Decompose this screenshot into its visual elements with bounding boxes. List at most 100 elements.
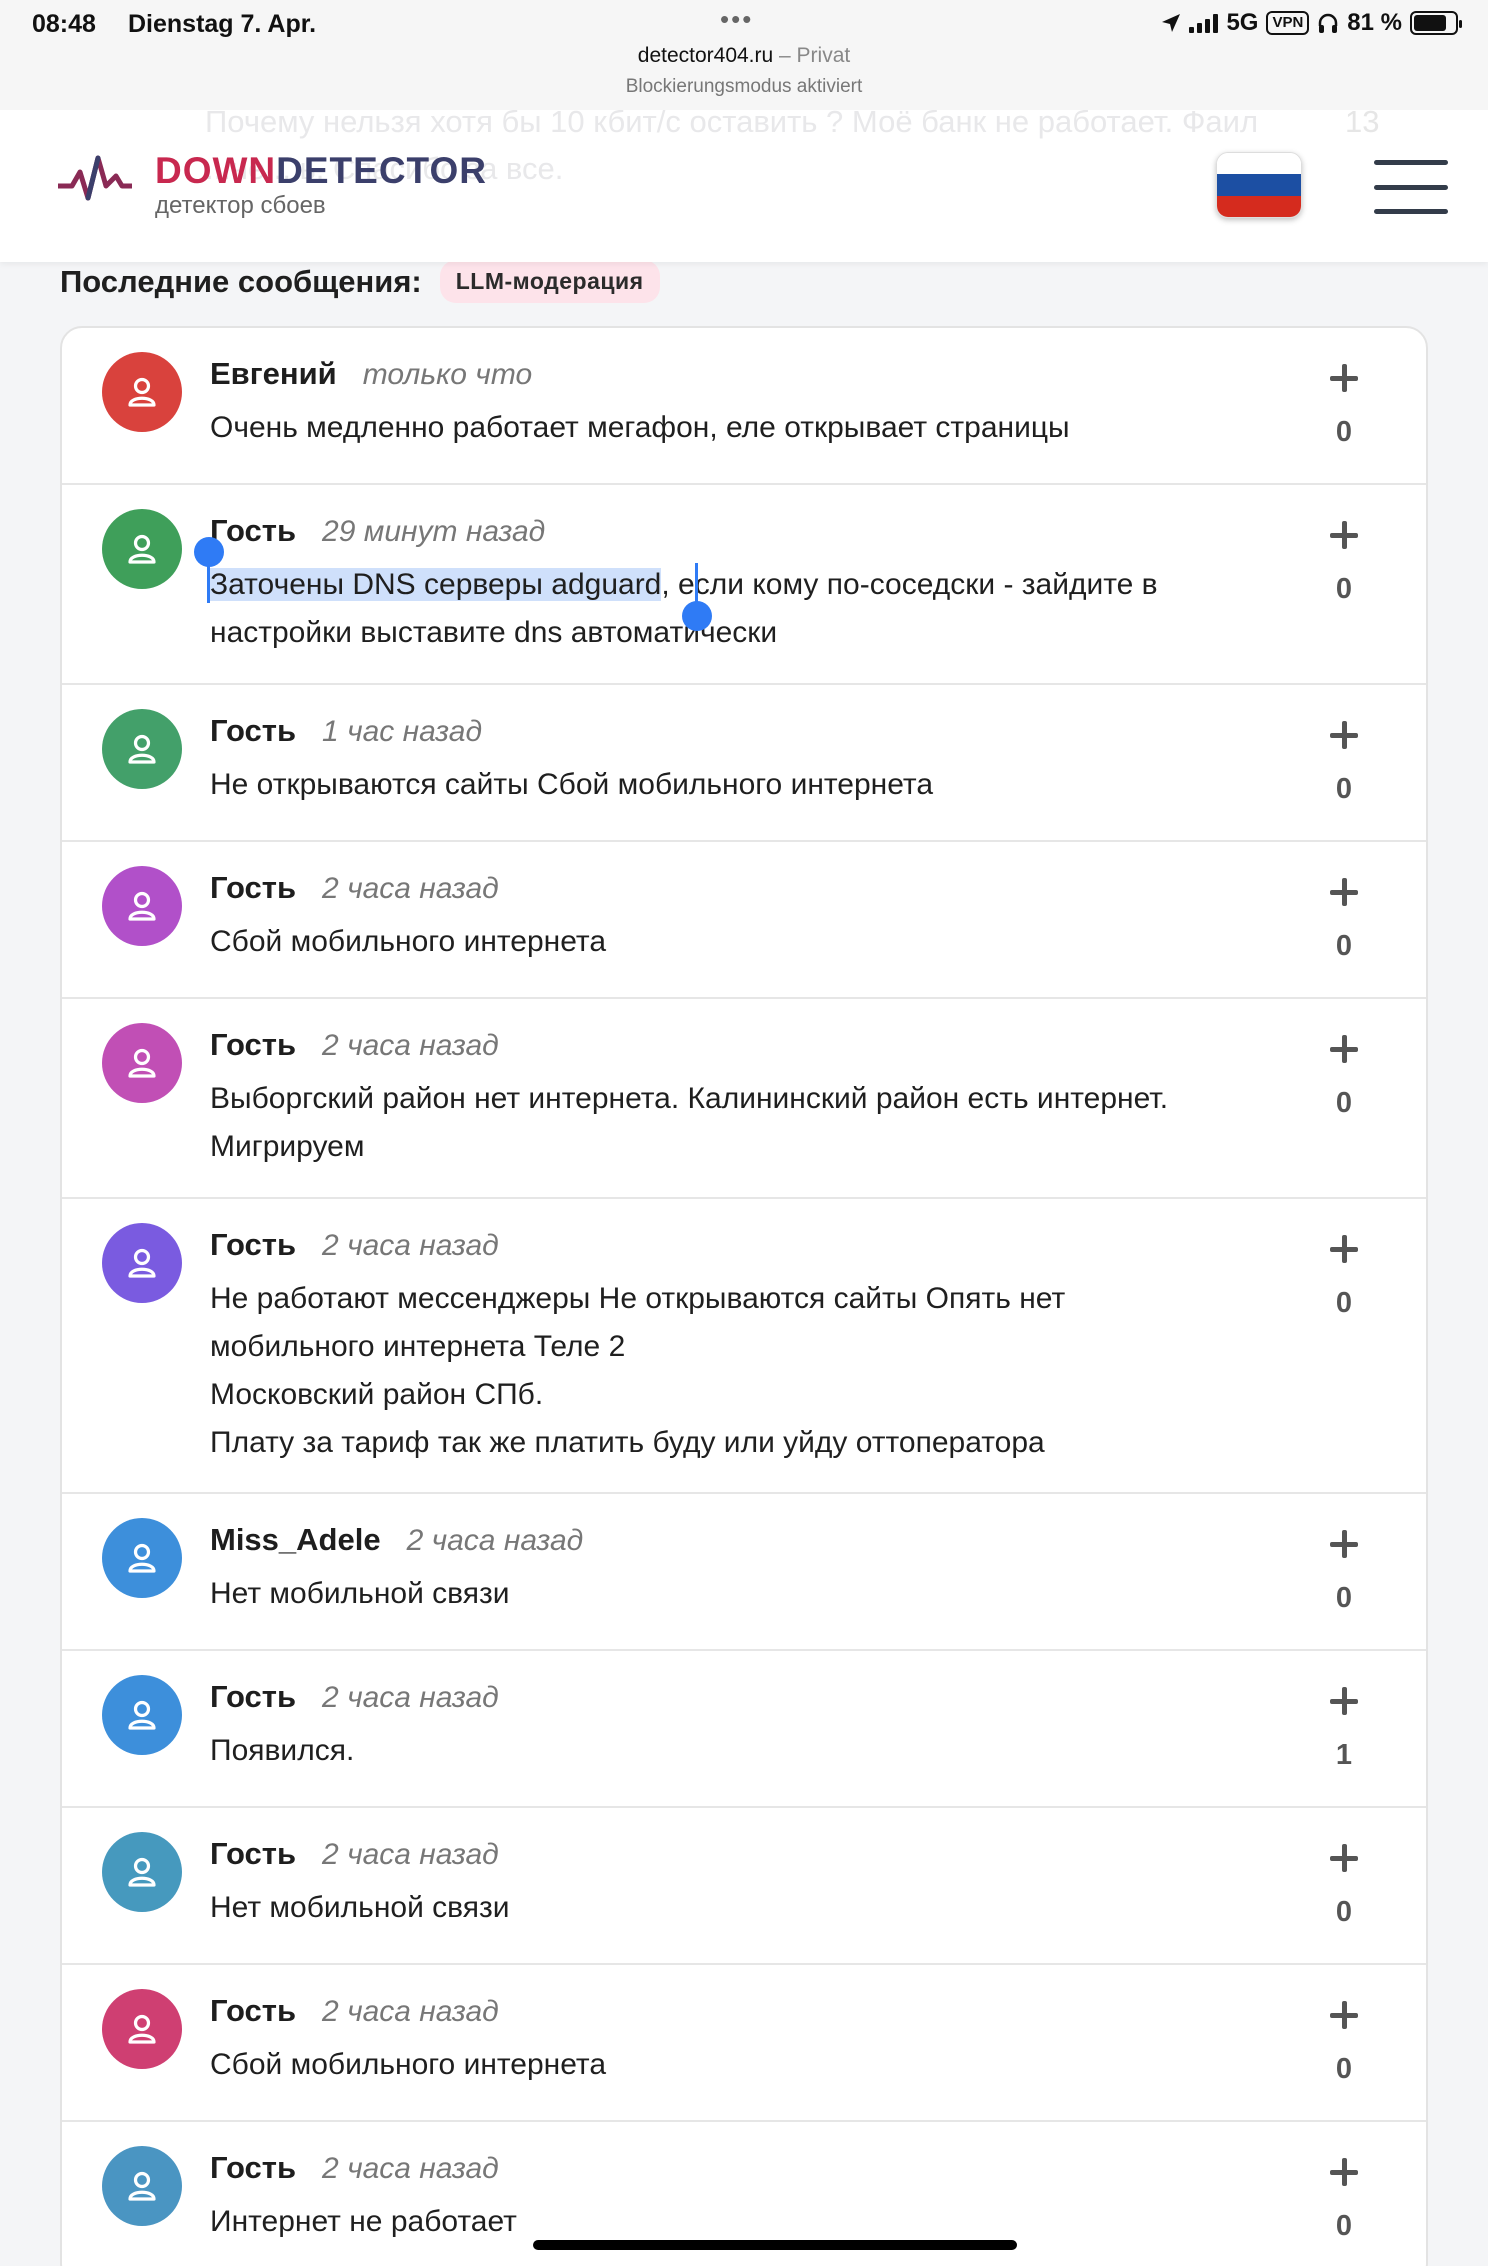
- ghost-count: 13: [1345, 110, 1380, 139]
- vote-count: 0: [1335, 1582, 1353, 1614]
- vote-count: 0: [1335, 416, 1353, 448]
- message-time: 2 часа назад: [322, 1681, 499, 1714]
- upvote-plus-icon[interactable]: [1330, 878, 1360, 908]
- network-label: 5G: [1226, 9, 1259, 36]
- author-name: Гость: [210, 1993, 297, 2028]
- message-time: 2 часа назад: [322, 1838, 499, 1871]
- message-meta: Гость 2 часа назад: [210, 1836, 499, 1872]
- author-name: Гость: [210, 513, 297, 548]
- upvote-plus-icon[interactable]: [1330, 1235, 1360, 1265]
- battery-icon: [1410, 11, 1462, 35]
- vote-count: 1: [1335, 1739, 1353, 1771]
- author-name: Гость: [210, 2150, 297, 2185]
- message-meta: Гость 2 часа назад: [210, 1027, 499, 1063]
- message-meta: Гость 2 часа назад: [210, 870, 499, 906]
- message-meta: Гость 2 часа назад: [210, 1227, 499, 1263]
- message-meta: Гость 2 часа назад: [210, 1993, 499, 2029]
- section-title: Последние сообщения:: [60, 263, 422, 299]
- selection-start-handle[interactable]: [194, 537, 224, 567]
- location-arrow-icon: [1162, 14, 1181, 32]
- message-text: Нет мобильной связи: [210, 1891, 510, 1924]
- user-avatar-icon: [102, 1675, 182, 1755]
- vote-count: 0: [1335, 930, 1353, 962]
- message-list: Евгений только что Очень медленно работает…: [60, 326, 1428, 2266]
- author-name: Гость: [210, 713, 297, 748]
- message-row: Евгений только что Очень медленно работает…: [62, 328, 1426, 485]
- russia-flag-icon[interactable]: [1216, 152, 1302, 218]
- selection-end-caret: [695, 563, 698, 603]
- status-time: 08:48: [32, 10, 96, 38]
- message-time: только что: [362, 358, 533, 391]
- upvote-plus-icon[interactable]: [1330, 364, 1360, 394]
- message-text: Появился.: [210, 1734, 355, 1767]
- message-row: Гость 2 часа назад Не работают мессенджеры…: [62, 1199, 1426, 1494]
- message-row: Гость 2 часа назад Нет мобильной связи 0: [62, 1808, 1426, 1965]
- message-row: Miss_Adele 2 часа назад Нет мобильной связ…: [62, 1494, 1426, 1651]
- message-time: 29 минут назад: [322, 515, 546, 548]
- private-mode-label: – Privat: [773, 44, 851, 67]
- vpn-badge: VPN: [1266, 11, 1310, 35]
- message-time: 2 часа назад: [322, 1995, 499, 2028]
- message-time: 2 часа назад: [322, 1029, 499, 1062]
- message-meta: Гость 2 часа назад: [210, 2150, 499, 2186]
- author-name: Гость: [210, 1227, 297, 1262]
- message-row: Гость 2 часа назад Появился. 1: [62, 1651, 1426, 1808]
- hamburger-menu-button[interactable]: [1374, 160, 1448, 214]
- vote-count: 0: [1335, 1896, 1353, 1928]
- author-name: Евгений: [210, 356, 337, 391]
- user-avatar-icon: [102, 2146, 182, 2226]
- message-text: Сбой мобильного интернета: [210, 925, 607, 958]
- multitasking-dots-icon[interactable]: •••: [720, 4, 753, 35]
- lockdown-notice: Blockierungsmodus aktiviert: [625, 76, 863, 97]
- message-time: 1 час назад: [322, 715, 483, 748]
- user-avatar-icon: [102, 1518, 182, 1598]
- upvote-plus-icon[interactable]: [1330, 2001, 1360, 2031]
- vote-count: 0: [1335, 773, 1353, 805]
- selection-end-handle[interactable]: [682, 601, 712, 631]
- battery-percent: 81 %: [1347, 9, 1402, 36]
- message-meta: Евгений только что: [210, 356, 532, 392]
- author-name: Гость: [210, 870, 297, 905]
- vote-count: 0: [1335, 573, 1353, 605]
- upvote-plus-icon[interactable]: [1330, 1844, 1360, 1874]
- user-avatar-icon: [102, 1223, 182, 1303]
- site-header: Почему нельзя хотя бы 10 кбит/с оставить…: [0, 110, 1488, 262]
- message-time: 2 часа назад: [322, 872, 499, 905]
- vote-count: 0: [1335, 2210, 1353, 2242]
- message-text: Заточены DNS серверы adguard, если кому …: [210, 561, 1340, 657]
- message-time: 2 часа назад: [406, 1524, 584, 1557]
- signal-icon: [1189, 13, 1219, 33]
- message-text: Нет мобильной связи: [210, 1577, 510, 1610]
- upvote-plus-icon[interactable]: [1330, 521, 1360, 551]
- url-bar[interactable]: detector404.ru – Privat: [0, 44, 1488, 68]
- site-logo[interactable]: DOWNDETECTOR: [155, 150, 487, 192]
- section-heading: Последние сообщения: LLM-модерация: [60, 260, 660, 303]
- selected-text[interactable]: Заточены DNS серверы adguard: [210, 568, 662, 601]
- author-name: Гость: [210, 1027, 297, 1062]
- upvote-plus-icon[interactable]: [1330, 1687, 1360, 1717]
- author-name: Гость: [210, 1836, 297, 1871]
- message-time: 2 часа назад: [322, 2152, 499, 2185]
- user-avatar-icon: [102, 509, 182, 589]
- message-meta: Гость 2 часа назад: [210, 1679, 499, 1715]
- upvote-plus-icon[interactable]: [1330, 2158, 1360, 2188]
- upvote-plus-icon[interactable]: [1330, 721, 1360, 751]
- message-text: Выборгский район нет интернета. Калининс…: [210, 1082, 1169, 1163]
- upvote-plus-icon[interactable]: [1330, 1530, 1360, 1560]
- pulse-logo-icon[interactable]: [58, 152, 132, 204]
- message-row: Гость 1 час назад Не открываются сайты Сбо…: [62, 685, 1426, 842]
- author-name: Гость: [210, 1679, 297, 1714]
- headphones-icon: [1319, 13, 1338, 33]
- message-meta: Гость 1 час назад: [210, 713, 482, 749]
- user-avatar-icon: [102, 352, 182, 432]
- message-time: 2 часа назад: [322, 1229, 499, 1262]
- vote-count: 0: [1335, 1287, 1353, 1319]
- message-row: Гость 2 часа назад Сбой мобильного интерне…: [62, 842, 1426, 999]
- author-name: Miss_Adele: [210, 1522, 381, 1557]
- url-domain: detector404.ru: [637, 44, 774, 67]
- message-row: Гость 2 часа назад Выборгский район нет ин…: [62, 999, 1426, 1199]
- upvote-plus-icon[interactable]: [1330, 1035, 1360, 1065]
- home-indicator[interactable]: [533, 2240, 1017, 2250]
- user-avatar-icon: [102, 1832, 182, 1912]
- message-text: Не работают мессенджеры Не открываются с…: [210, 1282, 1066, 1459]
